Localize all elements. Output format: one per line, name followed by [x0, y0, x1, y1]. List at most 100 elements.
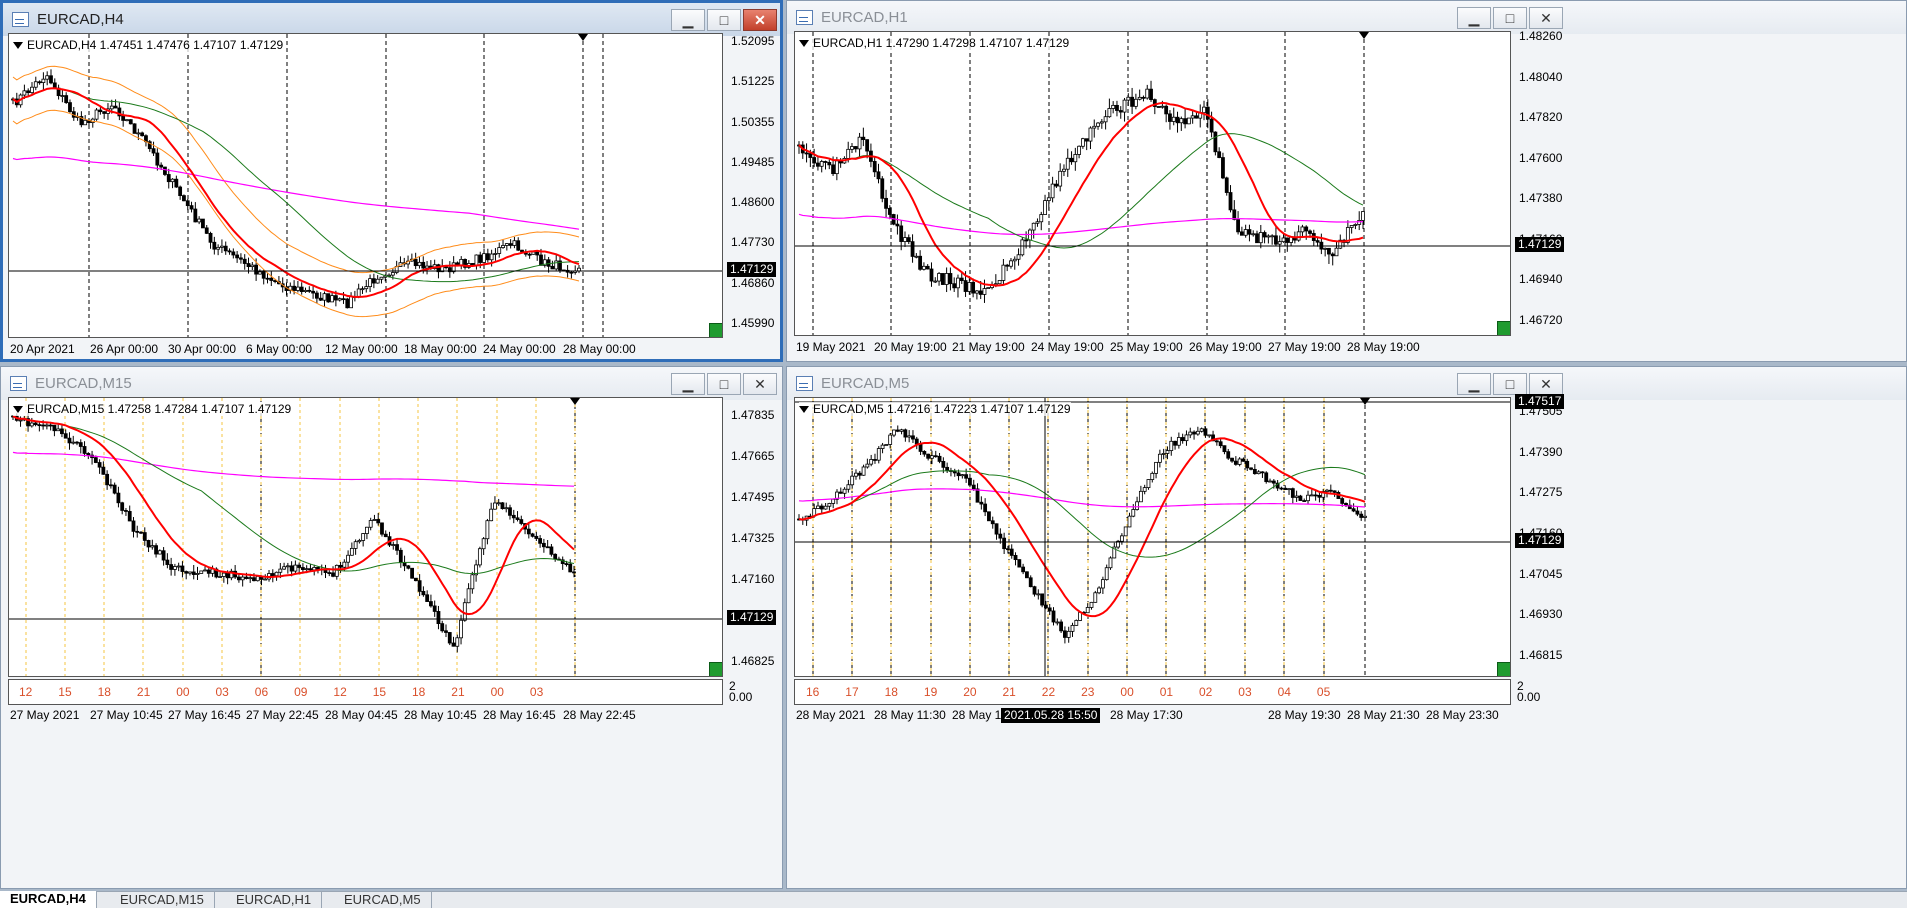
chart-window-h1[interactable]: EURCAD,H1 ▁ □ ✕ EURCAD,H1 1.47290 1.4729…	[786, 0, 1907, 362]
price-chart[interactable]: EURCAD,M15 1.47258 1.47284 1.47107 1.471…	[8, 397, 723, 677]
candle-body	[1096, 122, 1100, 127]
title-bar[interactable]: EURCAD,M5 ▁ □ ✕	[787, 367, 1906, 400]
current-price-tag: 1.47129	[1515, 533, 1565, 548]
candle-body	[880, 178, 885, 199]
candle-body	[334, 564, 339, 577]
close-button[interactable]: ✕	[743, 373, 777, 395]
close-button[interactable]: ✕	[1529, 7, 1563, 29]
candle-body	[1173, 440, 1177, 446]
price-tick-label: 1.52095	[731, 34, 775, 48]
close-button[interactable]: ✕	[1529, 373, 1563, 395]
close-button[interactable]: ✕	[743, 9, 777, 31]
minimize-button[interactable]: ▁	[671, 373, 705, 395]
maximize-button[interactable]: □	[1493, 7, 1527, 29]
tab-eurcad-h4[interactable]: EURCAD,H4	[0, 891, 97, 908]
candle-body	[220, 245, 224, 248]
indicator-subwindow[interactable]: 12 15 18 21 00 03 06 09 12 15 18 21 00 03	[8, 679, 723, 705]
title-bar[interactable]: EURCAD,H1 ▁ □ ✕	[787, 1, 1906, 34]
candle-body	[808, 153, 813, 158]
candle-body	[1287, 488, 1291, 491]
candle-body	[75, 441, 79, 444]
candle-body	[1169, 440, 1174, 451]
title-bar[interactable]: EURCAD,M15 ▁ □ ✕	[1, 367, 782, 400]
dropdown-triangle-icon[interactable]	[13, 42, 23, 49]
maximize-button[interactable]: □	[1493, 373, 1527, 395]
signal-indicator-icon	[709, 662, 722, 676]
candle-body	[1281, 237, 1286, 243]
time-scale[interactable]: 20 Apr 2021 26 Apr 00:00 30 Apr 00:00 6 May…	[8, 340, 778, 360]
minimize-button[interactable]: ▁	[1457, 373, 1491, 395]
time-tick-label: 30 Apr 00:00	[168, 342, 237, 356]
time-scale[interactable]: 27 May 2021 27 May 10:45 27 May 16:45 27 Ma…	[8, 706, 778, 726]
minimize-button[interactable]: ▁	[671, 9, 705, 31]
dropdown-triangle-icon[interactable]	[799, 40, 809, 47]
candle-body	[1315, 240, 1320, 243]
candle-body	[353, 541, 358, 549]
candle-body	[903, 237, 907, 242]
candle-body	[945, 466, 950, 471]
candle-body	[967, 282, 972, 292]
tab-eurcad-m15[interactable]: EURCAD,M15	[110, 892, 215, 908]
tab-eurcad-h1[interactable]: EURCAD,H1	[226, 892, 323, 908]
price-scale[interactable]: 1.48260 1.48040 1.47820 1.47600 1.47380 1.471…	[1513, 29, 1573, 336]
candle-body	[1001, 264, 1006, 281]
title-bar[interactable]: EURCAD,H4 ▁ □ ✕	[3, 3, 780, 36]
candle-body	[930, 455, 934, 459]
candle-body	[1127, 515, 1132, 528]
chart-window-m15[interactable]: EURCAD,M15 ▁ □ ✕ EURCAD,M15 1.47258 1.47…	[0, 366, 783, 889]
candle-body	[383, 533, 388, 538]
dropdown-triangle-icon[interactable]	[799, 406, 809, 413]
price-scale[interactable]: 1.52095 1.51225 1.50355 1.49485 1.48600 1.477…	[725, 33, 783, 338]
candle-body	[112, 484, 117, 494]
candle-body	[128, 119, 133, 125]
time-tick-label: 12 May 00:00	[325, 342, 398, 356]
indicator-subwindow[interactable]: 16 17 18 19 20 21 22 23 00 01 02 03 04 05	[794, 679, 1511, 705]
price-tick-label: 1.46825	[731, 654, 775, 668]
candle-body	[235, 254, 240, 259]
price-scale[interactable]: 1.475051.473901.472751.471601.470451.469…	[1513, 394, 1573, 677]
candle-body	[1245, 460, 1250, 469]
candle-body	[1241, 458, 1246, 462]
candle-body	[569, 271, 574, 274]
candle-body	[846, 484, 851, 490]
candle-body	[60, 428, 64, 435]
chart-window-h4[interactable]: EURCAD,H4 ▁ □ ✕ EURCAD,H4 1.47451 1.4747…	[0, 0, 783, 362]
tab-eurcad-m5[interactable]: EURCAD,M5	[334, 892, 432, 908]
candle-body	[1213, 131, 1218, 153]
candle-body	[1062, 168, 1066, 172]
price-chart[interactable]: EURCAD,M5 1.47216 1.47223 1.47107 1.4712…	[794, 397, 1511, 677]
minimize-button[interactable]: ▁	[1457, 7, 1491, 29]
price-chart[interactable]: EURCAD,H1 1.47290 1.47298 1.47107 1.4712…	[794, 31, 1511, 336]
candle-body	[1013, 555, 1018, 561]
candle-body	[304, 568, 309, 571]
chart-shift-marker-icon	[1359, 32, 1369, 39]
price-tick-label: 1.46930	[1519, 607, 1563, 622]
candle-body	[986, 287, 991, 289]
candle-body	[139, 531, 143, 534]
candle-body	[466, 588, 471, 604]
chart-window-icon	[796, 376, 813, 391]
dropdown-triangle-icon[interactable]	[13, 406, 23, 413]
candle-body	[380, 522, 384, 535]
candle-body	[1271, 480, 1276, 484]
maximize-button[interactable]: □	[707, 373, 741, 395]
price-chart[interactable]: EURCAD,H4 1.47451 1.47476 1.47107 1.4712…	[8, 33, 723, 338]
price-scale[interactable]: 1.478351.476651.474951.473251.471601.469…	[725, 397, 781, 677]
candle-body	[45, 75, 50, 80]
candle-body	[914, 255, 919, 258]
candle-body	[398, 549, 403, 563]
candle-body	[1135, 501, 1139, 510]
maximize-button[interactable]: □	[707, 9, 741, 31]
candle-body	[1099, 121, 1104, 124]
candle-body	[188, 571, 192, 574]
chart-window-m5[interactable]: EURCAD,M5 ▁ □ ✕ EURCAD,M5 1.47216 1.4722…	[786, 366, 1907, 889]
candle-body	[237, 576, 241, 581]
candle-body	[1070, 624, 1075, 632]
candle-body	[892, 429, 896, 436]
price-tick-label: 1.50355	[731, 114, 775, 129]
time-scale[interactable]: 19 May 2021 20 May 19:00 21 May 19:00 24 Ma…	[794, 338, 1574, 358]
time-scale[interactable]: 28 May 2021 28 May 11:30 28 May 13 28 May 1…	[794, 706, 1574, 726]
candle-body	[1146, 479, 1151, 489]
candle-body	[1214, 440, 1219, 443]
hour-label: 04	[1277, 685, 1291, 699]
